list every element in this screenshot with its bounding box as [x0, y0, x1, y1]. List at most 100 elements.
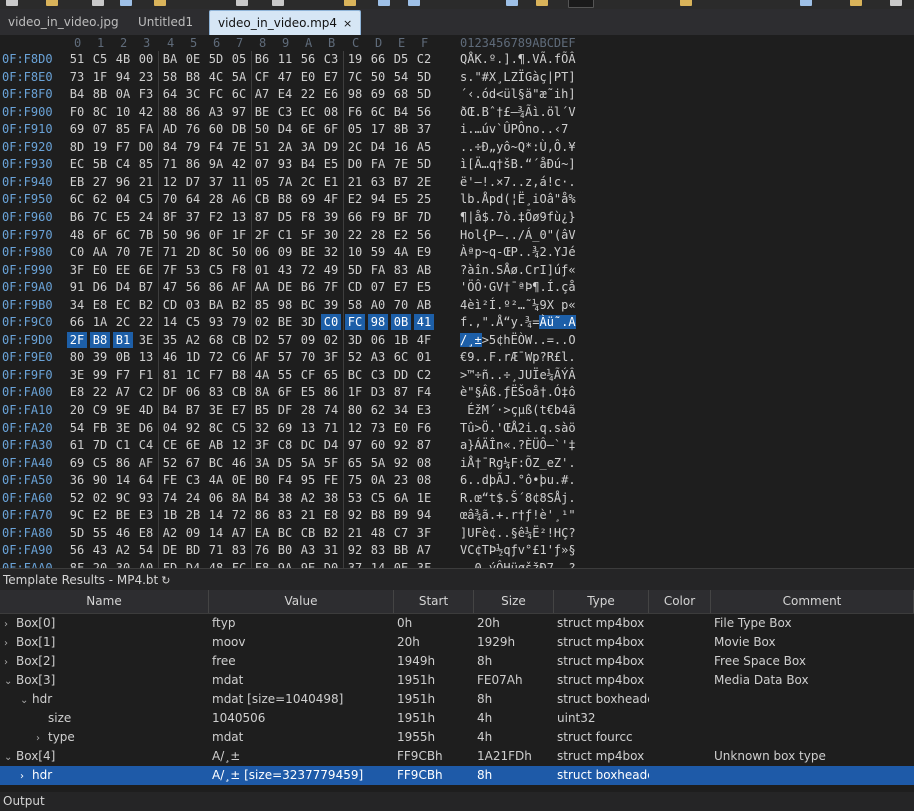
hex-byte[interactable]: 56	[414, 104, 434, 120]
ascii-column[interactable]: ..÷Ð„yô~Q*:Ù,Ô.¥	[460, 139, 600, 155]
hex-byte[interactable]: 4B	[113, 51, 133, 67]
hex-byte[interactable]: 56	[298, 51, 318, 67]
hex-byte[interactable]: D5	[391, 51, 411, 67]
hex-byte[interactable]: 37	[183, 209, 203, 225]
hex-byte[interactable]: 2C	[298, 174, 318, 190]
hex-byte[interactable]: F4	[414, 384, 434, 400]
hex-byte[interactable]: 65	[321, 367, 341, 383]
hex-byte[interactable]: 55	[275, 367, 295, 383]
ascii-column[interactable]: 4èì²Í.º²…˜¼9X p«	[460, 297, 600, 313]
hex-byte[interactable]: D2	[252, 332, 272, 348]
ascii-column[interactable]: /¸±>5¢hËÒW..=..O	[460, 332, 600, 348]
hex-byte[interactable]: 12	[160, 174, 180, 190]
hex-byte[interactable]: BC	[345, 367, 365, 383]
hex-byte[interactable]: 22	[298, 86, 318, 102]
hex-byte[interactable]: 39	[90, 349, 110, 365]
save-icon[interactable]	[92, 0, 104, 6]
ascii-column[interactable]: ´‹.ód<ül§ä"æ˜ih]	[460, 86, 600, 102]
hex-byte[interactable]: C3	[368, 367, 388, 383]
hex-byte[interactable]: 07	[90, 121, 110, 137]
hex-byte[interactable]: E2	[345, 191, 365, 207]
ascii-column[interactable]: 6..dþÃJ.°ô•þu.#.	[460, 472, 600, 488]
hex-byte[interactable]: 5D	[67, 525, 87, 541]
hex-byte[interactable]: DE	[160, 542, 180, 558]
ascii-column[interactable]: . 0 ýÔHüøšžÐ7..?	[460, 560, 600, 568]
new-file-icon[interactable]	[6, 0, 18, 6]
hex-byte[interactable]: 87	[391, 384, 411, 400]
hex-byte[interactable]: 6F	[321, 121, 341, 137]
column-header-name[interactable]: Name	[0, 590, 209, 613]
hex-byte[interactable]: 0B	[113, 349, 133, 365]
hex-byte[interactable]: 64	[160, 86, 180, 102]
hex-byte[interactable]: F4	[275, 472, 295, 488]
hex-byte[interactable]: 6C	[113, 227, 133, 243]
template-row[interactable]: › type mdat 1955h 4h struct fourcc	[0, 728, 914, 747]
hex-byte[interactable]: 66	[345, 209, 365, 225]
hex-byte[interactable]: 72	[229, 507, 249, 523]
hex-byte[interactable]: CD	[345, 279, 365, 295]
hex-byte[interactable]: CB	[252, 191, 272, 207]
hex-byte[interactable]: 55	[90, 525, 110, 541]
hex-byte[interactable]: B5	[252, 402, 272, 418]
hex-byte[interactable]: BE	[252, 104, 272, 120]
hex-byte[interactable]: 7D	[90, 437, 110, 453]
hex-byte[interactable]: DB	[229, 121, 249, 137]
ascii-column[interactable]: ]UFè¢..§ê¼Ë²!HÇ?	[460, 525, 600, 541]
hex-row[interactable]: 0F:F950 6C 62 04 C5 70 64 28 A6 CB B8 69 4F E2 94 E5 25 l…	[0, 191, 914, 207]
hex-byte[interactable]: 19	[345, 51, 365, 67]
hex-byte[interactable]: 6E	[136, 262, 156, 278]
hex-byte[interactable]: 43	[90, 542, 110, 558]
hex-byte[interactable]: 97	[229, 104, 249, 120]
expand-chevron-icon[interactable]: ›	[36, 729, 48, 748]
redo-icon[interactable]	[408, 0, 420, 6]
hex-byte[interactable]: 52	[160, 455, 180, 471]
hex-byte[interactable]: 57	[275, 332, 295, 348]
cut-icon[interactable]	[236, 0, 248, 6]
hex-byte[interactable]: D4	[275, 121, 295, 137]
column-header-size[interactable]: Size	[474, 590, 554, 613]
hex-byte[interactable]: 05	[229, 51, 249, 67]
template-row[interactable]: ⌄ Box[4] A/¸± FF9CBh 1A21FDh struct mp4box Unk…	[0, 747, 914, 766]
hex-row[interactable]: 0F:FA30 61 7D C1 C4 CE 6E AB 12 3F C8 DC D4 97 60 92 87 a…	[0, 437, 914, 453]
hex-byte[interactable]: DF	[160, 384, 180, 400]
hex-byte[interactable]: 20	[67, 402, 87, 418]
hex-byte[interactable]: CD	[160, 297, 180, 313]
hex-byte[interactable]: E3	[136, 507, 156, 523]
hex-byte[interactable]: 54	[391, 69, 411, 85]
hex-byte[interactable]: 6F	[90, 227, 110, 243]
hex-byte[interactable]: 58	[345, 297, 365, 313]
hex-byte[interactable]: 92	[391, 437, 411, 453]
hex-byte[interactable]: 06	[206, 490, 226, 506]
hex-byte[interactable]: 5F	[321, 455, 341, 471]
hex-byte[interactable]: 17	[368, 121, 388, 137]
hex-byte[interactable]: D4	[183, 560, 203, 568]
hex-byte[interactable]: 0A	[113, 86, 133, 102]
hex-byte[interactable]: 23	[136, 69, 156, 85]
hex-byte[interactable]: F8	[252, 560, 272, 568]
hex-byte[interactable]: 85	[136, 156, 156, 172]
hex-byte[interactable]: E0	[90, 262, 110, 278]
hex-byte[interactable]: 76	[252, 542, 272, 558]
hex-byte[interactable]: 64	[136, 472, 156, 488]
hex-byte[interactable]: C3	[321, 51, 341, 67]
template-results-table[interactable]: › Box[0] ftyp 0h 20h struct mp4box File Type B…	[0, 614, 914, 790]
hex-byte[interactable]: 1F	[229, 227, 249, 243]
hex-byte[interactable]: 51	[67, 51, 87, 67]
hex-byte[interactable]: 73	[67, 69, 87, 85]
hex-byte[interactable]: 12	[229, 437, 249, 453]
hex-byte[interactable]: 08	[321, 104, 341, 120]
ascii-column[interactable]: €9..F.rÆ¯Wp?R£l.	[460, 349, 600, 365]
hex-byte[interactable]: 93	[275, 156, 295, 172]
hex-byte[interactable]: FB	[90, 420, 110, 436]
hex-byte[interactable]: 71	[160, 244, 180, 260]
hex-byte[interactable]: 86	[206, 279, 226, 295]
hex-byte[interactable]: 5A	[368, 455, 388, 471]
hex-byte[interactable]: B7	[183, 402, 203, 418]
hex-row[interactable]: 0F:F9E0 80 39 0B 13 46 1D 72 C6 AF 57 70 3F 52 A3 6C 01 €…	[0, 349, 914, 365]
hex-row[interactable]: 0F:F8D0 51 C5 4B 00 BA 0E 5D 05 B6 11 56 C3 19 66 D5 C2 Q…	[0, 51, 914, 67]
hex-row[interactable]: 0F:FA60 52 02 9C 93 74 24 06 8A B4 38 A2 38 53 C5 6A 1E R…	[0, 490, 914, 506]
hex-byte[interactable]: 66	[67, 314, 87, 330]
hex-byte[interactable]: CE	[160, 437, 180, 453]
hex-byte[interactable]: 64	[183, 191, 203, 207]
hex-byte[interactable]: AD	[160, 121, 180, 137]
